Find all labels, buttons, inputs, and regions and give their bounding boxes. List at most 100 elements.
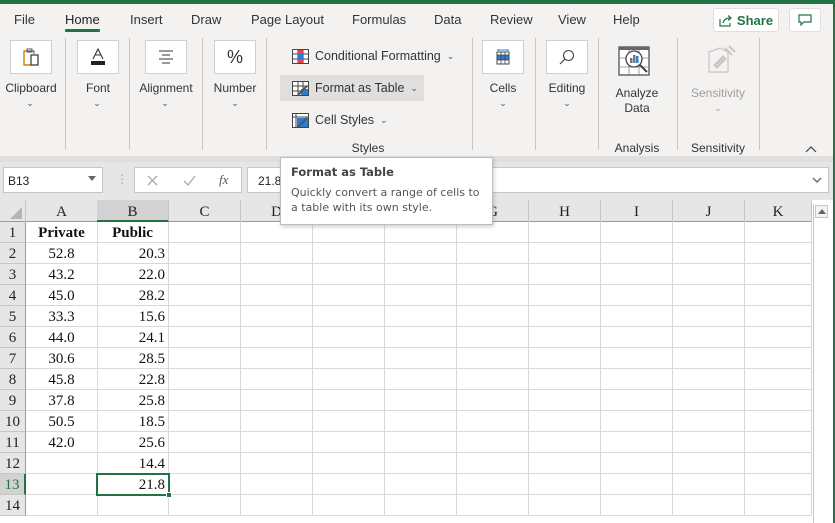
cell-j2[interactable]: [673, 243, 745, 264]
tab-data[interactable]: Data: [434, 12, 461, 27]
cell-k7[interactable]: [745, 348, 812, 369]
tab-draw[interactable]: Draw: [191, 12, 221, 27]
cell-i2[interactable]: [601, 243, 673, 264]
cell-b3[interactable]: 22.0: [97, 264, 169, 285]
expand-formula-bar-icon[interactable]: [812, 177, 822, 184]
cell-i14[interactable]: [601, 495, 673, 516]
cell-d8[interactable]: [241, 369, 313, 390]
cell-j11[interactable]: [673, 432, 745, 453]
row-header-8[interactable]: 8: [0, 369, 26, 390]
cell-k11[interactable]: [745, 432, 812, 453]
cell-j5[interactable]: [673, 306, 745, 327]
row-header-7[interactable]: 7: [0, 348, 26, 369]
cell-a13[interactable]: [26, 474, 98, 495]
cell-j14[interactable]: [673, 495, 745, 516]
cell-g13[interactable]: [457, 474, 529, 495]
alignment-chevron-icon[interactable]: ⌄: [160, 98, 170, 109]
cell-h14[interactable]: [529, 495, 601, 516]
font-button[interactable]: [77, 40, 119, 74]
cell-f7[interactable]: [385, 348, 457, 369]
cell-g12[interactable]: [457, 453, 529, 474]
cell-b14[interactable]: [97, 495, 169, 516]
cell-g7[interactable]: [457, 348, 529, 369]
cell-b6[interactable]: 24.1: [97, 327, 169, 348]
column-header-a[interactable]: A: [26, 200, 98, 222]
cell-b11[interactable]: 25.6: [97, 432, 169, 453]
cell-b10[interactable]: 18.5: [97, 411, 169, 432]
row-header-3[interactable]: 3: [0, 264, 26, 285]
cells-button[interactable]: [482, 40, 524, 74]
cell-j12[interactable]: [673, 453, 745, 474]
cell-k12[interactable]: [745, 453, 812, 474]
vertical-scrollbar[interactable]: [813, 204, 829, 523]
cell-k6[interactable]: [745, 327, 812, 348]
cell-j7[interactable]: [673, 348, 745, 369]
row-header-2[interactable]: 2: [0, 243, 26, 264]
cell-e14[interactable]: [313, 495, 385, 516]
cell-c13[interactable]: [169, 474, 241, 495]
cell-k1[interactable]: [745, 222, 812, 243]
cell-h13[interactable]: [529, 474, 601, 495]
cell-h12[interactable]: [529, 453, 601, 474]
cell-b1[interactable]: Public: [97, 222, 169, 243]
editing-chevron-icon[interactable]: ⌄: [562, 98, 572, 109]
cell-f11[interactable]: [385, 432, 457, 453]
cell-e7[interactable]: [313, 348, 385, 369]
cell-h5[interactable]: [529, 306, 601, 327]
cell-d2[interactable]: [241, 243, 313, 264]
tab-page-layout[interactable]: Page Layout: [251, 12, 324, 27]
cell-b12[interactable]: 14.4: [97, 453, 169, 474]
cell-a8[interactable]: 45.8: [26, 369, 98, 390]
cell-f2[interactable]: [385, 243, 457, 264]
cell-styles-button[interactable]: Cell Styles ⌄: [280, 107, 394, 133]
column-header-b[interactable]: B: [97, 200, 169, 222]
select-all-button[interactable]: [0, 200, 26, 222]
cell-f13[interactable]: [385, 474, 457, 495]
cell-h2[interactable]: [529, 243, 601, 264]
tab-formulas[interactable]: Formulas: [352, 12, 406, 27]
cell-e3[interactable]: [313, 264, 385, 285]
cell-e13[interactable]: [313, 474, 385, 495]
tab-help[interactable]: Help: [613, 12, 640, 27]
cell-h6[interactable]: [529, 327, 601, 348]
cell-e9[interactable]: [313, 390, 385, 411]
cell-f8[interactable]: [385, 369, 457, 390]
cells-chevron-icon[interactable]: ⌄: [498, 98, 508, 109]
cell-d13[interactable]: [241, 474, 313, 495]
cell-i6[interactable]: [601, 327, 673, 348]
cell-e5[interactable]: [313, 306, 385, 327]
cell-j10[interactable]: [673, 411, 745, 432]
cell-e8[interactable]: [313, 369, 385, 390]
cell-j1[interactable]: [673, 222, 745, 243]
cell-d11[interactable]: [241, 432, 313, 453]
cell-f10[interactable]: [385, 411, 457, 432]
cell-a5[interactable]: 33.3: [26, 306, 98, 327]
tab-insert[interactable]: Insert: [130, 12, 163, 27]
cell-c5[interactable]: [169, 306, 241, 327]
column-header-i[interactable]: I: [601, 200, 673, 222]
cell-g3[interactable]: [457, 264, 529, 285]
cell-c14[interactable]: [169, 495, 241, 516]
cell-i3[interactable]: [601, 264, 673, 285]
cell-d3[interactable]: [241, 264, 313, 285]
cell-c1[interactable]: [169, 222, 241, 243]
editing-button[interactable]: [546, 40, 588, 74]
row-header-1[interactable]: 1: [0, 222, 26, 243]
cell-d1[interactable]: [241, 222, 313, 243]
column-header-j[interactable]: J: [673, 200, 745, 222]
cell-e1[interactable]: [313, 222, 385, 243]
cell-k5[interactable]: [745, 306, 812, 327]
cell-a3[interactable]: 43.2: [26, 264, 98, 285]
cell-g14[interactable]: [457, 495, 529, 516]
row-header-9[interactable]: 9: [0, 390, 26, 411]
cell-d10[interactable]: [241, 411, 313, 432]
cell-i5[interactable]: [601, 306, 673, 327]
row-header-12[interactable]: 12: [0, 453, 26, 474]
cell-j9[interactable]: [673, 390, 745, 411]
column-header-c[interactable]: C: [169, 200, 241, 222]
cell-d4[interactable]: [241, 285, 313, 306]
cell-a4[interactable]: 45.0: [26, 285, 98, 306]
cell-g11[interactable]: [457, 432, 529, 453]
cell-f6[interactable]: [385, 327, 457, 348]
analyze-data-button[interactable]: [618, 44, 654, 80]
